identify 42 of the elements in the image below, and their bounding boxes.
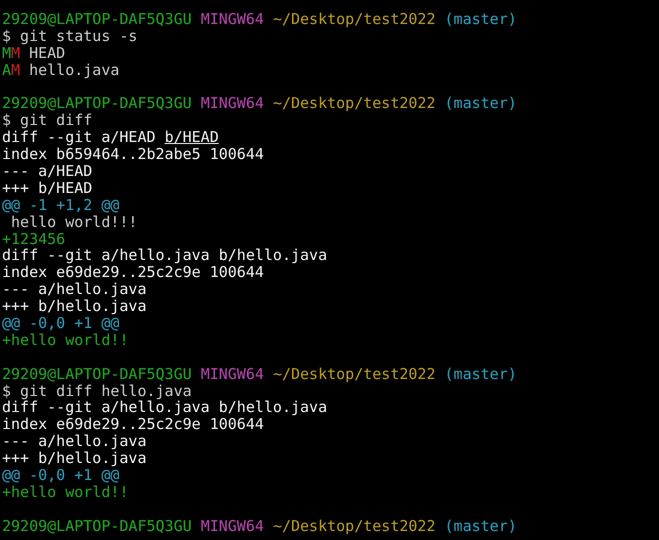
diff-added-line: +123456 bbox=[2, 230, 66, 248]
prompt-path: ~/Desktop/test2022 bbox=[272, 10, 436, 28]
diff-added-line: +hello world!! bbox=[2, 482, 128, 501]
prompt-branch: (master) bbox=[444, 94, 517, 112]
command-line: $ git status -s bbox=[2, 26, 138, 45]
status-code: AM bbox=[2, 60, 20, 79]
prompt-path: ~/Desktop/test2022 bbox=[272, 364, 436, 383]
prompt-path: ~/Desktop/test2022 bbox=[272, 94, 436, 112]
hunk-header-line: @@ -1 +1,2 @@ bbox=[2, 196, 120, 214]
prompt-system: MINGW64 bbox=[200, 364, 264, 383]
prompt-branch: (master) bbox=[444, 516, 517, 535]
hunk-header-line: @@ -0,0 +1 @@ bbox=[2, 466, 120, 484]
prompt-path: ~/Desktop/test2022 bbox=[272, 516, 436, 535]
diff-header-line: --- a/hello.java bbox=[2, 432, 146, 450]
command-line: $ git diff bbox=[2, 111, 92, 130]
diff-header-line: index b659464..2b2abe5 100644 bbox=[2, 145, 264, 164]
command-line: $ git diff hello.java bbox=[2, 382, 192, 400]
prompt-system: MINGW64 bbox=[200, 94, 264, 112]
diff-header-line: index e69de29..25c2c9e 100644 bbox=[2, 263, 264, 282]
prompt-system: MINGW64 bbox=[200, 10, 264, 28]
diff-header-line: --- a/hello.java bbox=[2, 280, 146, 298]
prompt-user-host: 29209@LAPTOP-DAF5Q3GU bbox=[2, 364, 192, 383]
diff-context-line: hello world!!! bbox=[10, 212, 138, 231]
status-file-name: hello.java bbox=[29, 60, 120, 79]
prompt-system: MINGW64 bbox=[200, 516, 264, 535]
diff-added-line: +hello world!! bbox=[2, 330, 128, 349]
diff-header-line: --- a/HEAD bbox=[2, 162, 92, 180]
prompt-user-host: 29209@LAPTOP-DAF5Q3GU bbox=[2, 516, 192, 535]
diff-header-line: +++ b/hello.java bbox=[2, 297, 146, 316]
status-code: MM bbox=[2, 44, 20, 62]
prompt-branch: (master) bbox=[444, 10, 517, 28]
prompt-user-host: 29209@LAPTOP-DAF5Q3GU bbox=[2, 10, 192, 28]
diff-header-line: diff --git a/hello.java b/hello.java bbox=[2, 246, 328, 264]
diff-header-line: +++ b/hello.java bbox=[2, 449, 146, 468]
diff-header-line: +++ b/HEAD bbox=[2, 178, 92, 197]
hunk-header-line: @@ -0,0 +1 @@ bbox=[2, 314, 120, 332]
prompt-user-host: 29209@LAPTOP-DAF5Q3GU bbox=[2, 94, 192, 112]
status-file-name: HEAD bbox=[29, 44, 66, 62]
diff-header-line: index e69de29..25c2c9e 100644 bbox=[2, 415, 264, 434]
diff-header-line: diff --git a/HEAD b/HEAD bbox=[2, 128, 219, 146]
diff-header-line: diff --git a/hello.java b/hello.java bbox=[2, 398, 328, 416]
prompt-branch: (master) bbox=[444, 364, 517, 383]
